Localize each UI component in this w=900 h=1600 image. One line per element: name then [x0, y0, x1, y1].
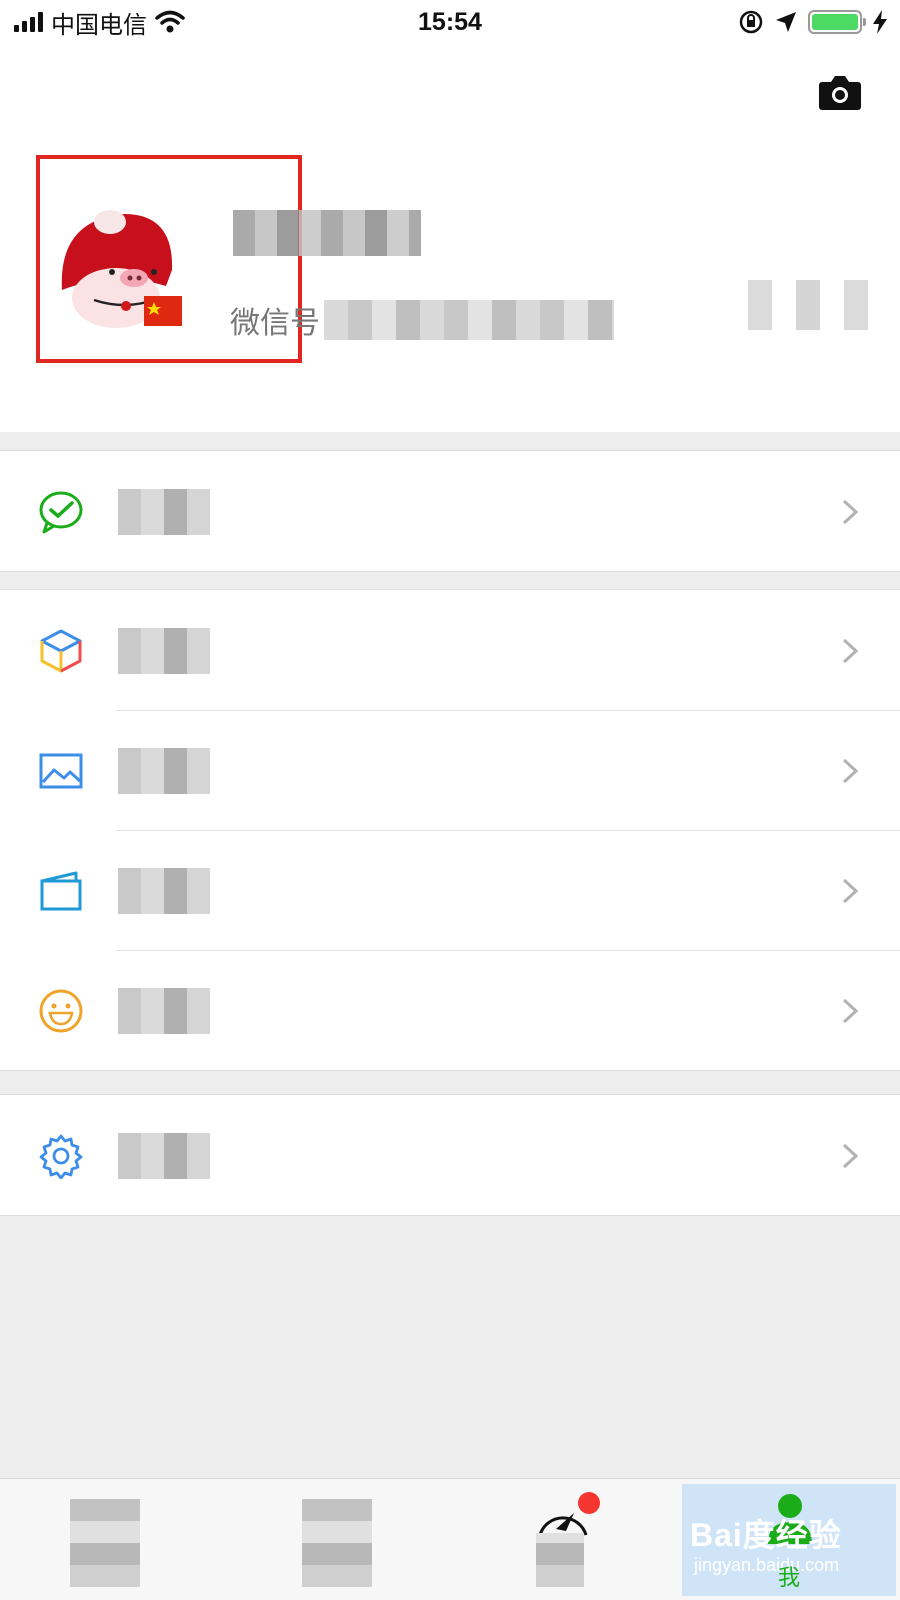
tab-chats-redacted	[70, 1499, 140, 1587]
wechat-id-redacted	[324, 300, 614, 340]
favorites-cube-icon	[40, 629, 82, 673]
tab-discover-redacted	[536, 1533, 584, 1587]
menu-item-settings[interactable]	[0, 1095, 900, 1215]
menu-item-album[interactable]	[0, 710, 900, 830]
discover-badge-dot	[578, 1492, 600, 1514]
baidu-watermark: Bai度经验	[690, 1517, 842, 1553]
baidu-watermark-url: jingyan.baidu.com	[694, 1555, 840, 1575]
menu-item-label	[118, 628, 210, 674]
wechat-id: 微信号	[230, 296, 614, 344]
settings-gear-icon	[39, 1134, 83, 1179]
chevron-right-icon	[842, 638, 858, 664]
menu-item-cards[interactable]	[0, 830, 900, 950]
album-icon	[39, 753, 83, 789]
menu-item-favorites[interactable]	[0, 590, 900, 710]
status-right	[738, 6, 888, 38]
status-bar: 中国电信 15:54	[0, 0, 900, 44]
chevron-right-icon	[842, 878, 858, 904]
menu-item-label	[118, 748, 210, 794]
tab-chats[interactable]	[70, 1499, 144, 1591]
tab-contacts[interactable]	[302, 1499, 376, 1591]
rotation-lock-icon	[739, 10, 763, 34]
chevron-right-icon	[842, 998, 858, 1024]
menu-group-content	[0, 589, 900, 1071]
menu-item-label	[118, 1133, 210, 1179]
location-arrow-icon	[776, 12, 796, 32]
menu-item-pay[interactable]	[0, 451, 900, 571]
wechat-pay-icon	[39, 491, 83, 534]
sticker-smiley-icon	[39, 989, 83, 1033]
cards-wallet-icon	[40, 871, 82, 911]
menu-group-settings	[0, 1094, 900, 1216]
qr-code-redacted[interactable]	[748, 280, 868, 330]
chevron-right-icon	[842, 499, 858, 525]
chevron-right-icon	[842, 758, 858, 784]
menu-item-label	[118, 868, 210, 914]
nickname-redacted	[233, 210, 421, 256]
chevron-right-icon	[842, 1143, 858, 1169]
profile-header[interactable]: 微信号	[0, 44, 900, 432]
tab-contacts-redacted	[302, 1499, 372, 1587]
menu-item-label	[118, 489, 210, 535]
charging-bolt-icon	[873, 10, 887, 34]
battery-icon	[808, 10, 866, 34]
wechat-id-prefix: 微信号	[230, 307, 320, 340]
menu-item-label	[118, 988, 210, 1034]
menu-group-pay	[0, 450, 900, 572]
tab-me-label: 我	[778, 1565, 801, 1590]
menu-item-stickers[interactable]	[0, 950, 900, 1070]
camera-icon[interactable]	[818, 74, 862, 110]
tab-discover[interactable]	[536, 1499, 610, 1591]
